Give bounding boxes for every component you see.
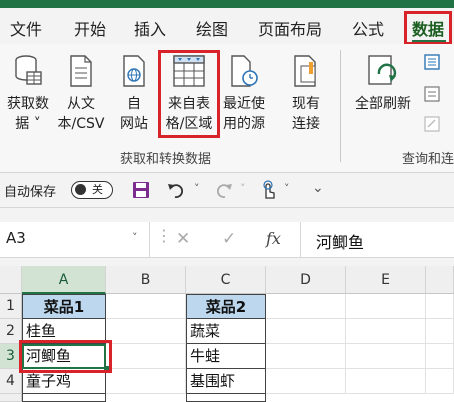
queries-connections-icon[interactable]: [424, 54, 440, 70]
tab-draw[interactable]: 绘图: [196, 16, 228, 40]
insert-function-icon[interactable]: fx: [266, 229, 281, 248]
cell-d1[interactable]: [266, 294, 346, 319]
text-file-icon: [70, 55, 92, 87]
customize-qat-icon[interactable]: ⌄: [312, 180, 324, 196]
cell-c4[interactable]: 基围虾: [186, 369, 266, 394]
save-icon[interactable]: [132, 181, 150, 199]
tab-file[interactable]: 文件: [10, 16, 42, 40]
autosave-toggle[interactable]: 关: [71, 181, 113, 199]
ribbon: 获取数 据 ˅ 从文 本/CSV 自 网站 来自表 格/区域 最近使 用的源 现…: [0, 44, 454, 172]
cell-c5[interactable]: [186, 394, 266, 402]
cancel-icon[interactable]: ✕: [176, 229, 190, 249]
toggle-knob: [75, 184, 86, 195]
column-header-d[interactable]: D: [266, 266, 346, 294]
name-box-dropdown-icon[interactable]: ˅: [132, 231, 138, 244]
from-text-label-1: 从文: [67, 96, 95, 112]
cell-d3[interactable]: [266, 344, 346, 369]
existing-connections-button[interactable]: 现有 连接: [282, 54, 330, 134]
name-box-value: A3: [6, 229, 26, 247]
cell-b1[interactable]: [106, 294, 186, 319]
highlight-data-tab: [404, 11, 452, 45]
from-text-label-2: 本/CSV: [57, 116, 105, 132]
ribbon-tabs: 文件 开始 插入 绘图 页面布局 公式 数据: [0, 8, 454, 45]
redo-icon: [216, 184, 232, 198]
column-header-f[interactable]: [426, 266, 454, 294]
get-data-button[interactable]: 获取数 据 ˅: [2, 54, 54, 134]
formula-bar: A3 ˅ ⋮ ✕ ✓ fx 河鲫鱼: [0, 222, 454, 258]
row-header-1[interactable]: 1: [0, 294, 22, 319]
cell-e3[interactable]: [346, 344, 426, 369]
column-header-a[interactable]: A: [22, 266, 106, 294]
recent-label-2: 用的源: [223, 116, 265, 132]
cell-c3[interactable]: 牛蛙: [186, 344, 266, 369]
tab-formulas[interactable]: 公式: [352, 16, 384, 40]
web-page-icon: [123, 55, 145, 87]
edit-links-icon: [424, 116, 440, 132]
cell-c2[interactable]: 蔬菜: [186, 319, 266, 344]
cell-d4[interactable]: [266, 369, 346, 394]
select-all-corner[interactable]: [0, 266, 22, 294]
from-text-csv-button[interactable]: 从文 本/CSV: [54, 54, 108, 134]
spacer: [0, 208, 454, 222]
group-label-queries: 查询和连: [402, 152, 454, 167]
database-icon: [15, 55, 42, 85]
formula-separator: [300, 222, 301, 257]
tab-home[interactable]: 开始: [74, 16, 106, 40]
cell-d2[interactable]: [266, 319, 346, 344]
recent-label-1: 最近使: [223, 96, 265, 112]
column-header-c[interactable]: C: [186, 266, 266, 294]
touch-dropdown-icon[interactable]: ˅: [284, 182, 290, 195]
refresh-all-button[interactable]: 全部刷新: [348, 54, 418, 114]
name-box[interactable]: A3 ˅: [0, 222, 150, 257]
highlight-from-table: [158, 50, 220, 138]
undo-dropdown-icon[interactable]: ˅: [194, 182, 200, 195]
cell-b2[interactable]: [106, 319, 186, 344]
connection-file-icon: [294, 55, 316, 87]
properties-icon[interactable]: [424, 86, 440, 102]
refresh-icon: [368, 55, 397, 85]
tab-insert[interactable]: 插入: [134, 16, 166, 40]
recent-sources-button[interactable]: 最近使 用的源: [218, 54, 270, 134]
cell-b3[interactable]: [106, 344, 186, 369]
enter-icon[interactable]: ✓: [222, 229, 236, 249]
column-header-b[interactable]: B: [106, 266, 186, 294]
autosave-label: 自动保存: [4, 185, 57, 200]
from-web-label-2: 网站: [120, 116, 148, 132]
touch-mode-icon[interactable]: [258, 180, 278, 200]
cell-e4[interactable]: [346, 369, 426, 394]
spacer: [0, 258, 454, 266]
existing-label-1: 现有: [292, 96, 320, 112]
worksheet-grid: A B C D E 1 2 3 4 菜品1 菜品2 桂鱼 蔬菜 河鲫鱼 牛蛙 童…: [0, 266, 454, 402]
recent-file-clock-icon: [231, 55, 258, 87]
group-separator: [340, 50, 341, 162]
get-data-label-2: 据 ˅: [15, 116, 41, 132]
undo-icon[interactable]: [166, 181, 186, 199]
from-web-button[interactable]: 自 网站: [112, 54, 156, 134]
cell-b4[interactable]: [106, 369, 186, 394]
refresh-all-label: 全部刷新: [355, 96, 411, 112]
quick-access-toolbar: 自动保存 关 ˅ ˅ ˅ ⌄: [0, 172, 454, 208]
cell-c1[interactable]: 菜品2: [186, 294, 266, 319]
redo-dropdown-icon: ˅: [240, 182, 246, 195]
highlight-cell-a3: [19, 340, 112, 373]
formula-input[interactable]: 河鲫鱼: [316, 229, 364, 253]
column-header-e[interactable]: E: [346, 266, 426, 294]
cell-e1[interactable]: [346, 294, 426, 319]
cell-f1[interactable]: [426, 294, 454, 319]
cell-f3[interactable]: [426, 344, 454, 369]
row-header-5[interactable]: [0, 394, 22, 402]
existing-label-2: 连接: [292, 116, 320, 132]
title-strip: [0, 0, 454, 8]
tab-page-layout[interactable]: 页面布局: [258, 16, 322, 40]
from-web-label-1: 自: [127, 96, 141, 112]
autosave-toggle-text: 关: [92, 183, 103, 196]
formula-bar-grip-icon[interactable]: ⋮: [156, 226, 172, 245]
cell-a5[interactable]: [22, 394, 106, 402]
cell-e2[interactable]: [346, 319, 426, 344]
cell-f4[interactable]: [426, 369, 454, 394]
cell-a1[interactable]: 菜品1: [22, 294, 106, 319]
group-label-get-transform: 获取和转换数据: [120, 152, 212, 167]
get-data-label-1: 获取数: [7, 96, 49, 112]
cell-f2[interactable]: [426, 319, 454, 344]
